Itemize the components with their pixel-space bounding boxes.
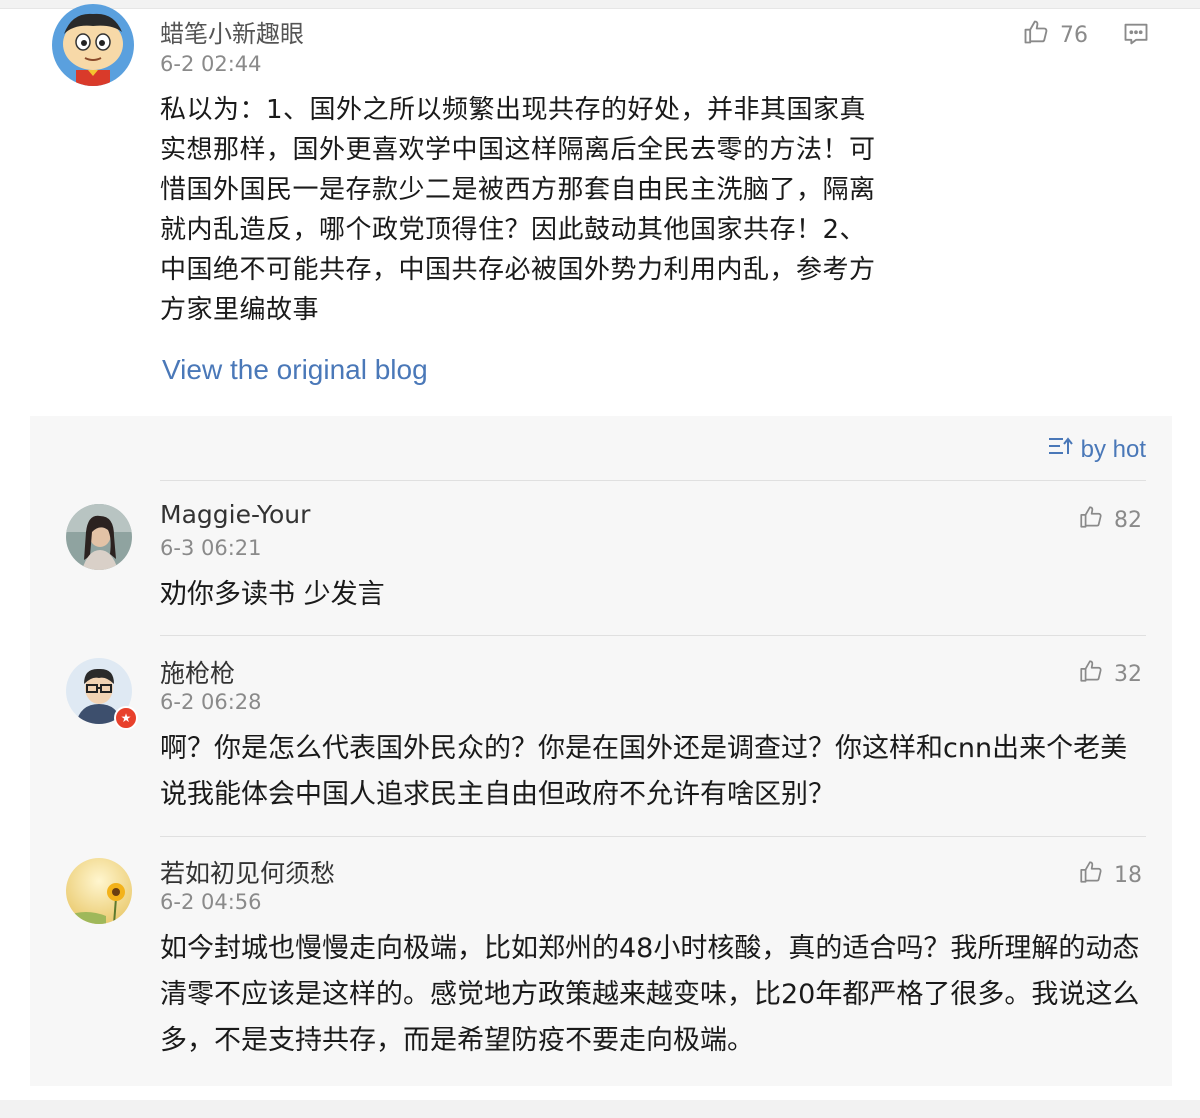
post-like-count: 76 bbox=[1060, 22, 1088, 48]
post-timestamp: 6-2 02:44 bbox=[160, 52, 262, 76]
comments-panel: by hot Maggie-Your 6-3 06:21 82 劝你多读书 少发… bbox=[30, 416, 1172, 1086]
comment-body: 劝你多读书 少发言 bbox=[160, 579, 385, 610]
comment-like-count: 18 bbox=[1114, 862, 1142, 888]
post-body: 私以为：1、国外之所以频繁出现共存的好处，并非其国家真实想那样，国外更喜欢学中国… bbox=[160, 95, 876, 325]
commenter-name[interactable]: 施枪枪 bbox=[160, 654, 235, 690]
thumbs-up-icon bbox=[1078, 859, 1104, 891]
divider bbox=[160, 836, 1146, 837]
sort-toggle[interactable]: by hot bbox=[1047, 434, 1146, 465]
sort-icon bbox=[1047, 434, 1073, 465]
comment-timestamp: 6-2 06:28 bbox=[160, 690, 262, 714]
comment-body: 啊？你是怎么代表国外民众的？你是在国外还是调查过？你这样和cnn出来个老美说我能… bbox=[160, 733, 1128, 810]
divider bbox=[160, 635, 1146, 636]
view-original-link[interactable]: View the original blog bbox=[162, 354, 428, 386]
top-separator bbox=[0, 0, 1200, 9]
reply-button[interactable] bbox=[1122, 20, 1150, 52]
comment-like-button[interactable]: 18 bbox=[1078, 859, 1142, 891]
thumbs-up-icon bbox=[1078, 504, 1104, 536]
comment-like-button[interactable]: 82 bbox=[1078, 504, 1142, 536]
verified-badge-icon: ★ bbox=[114, 706, 138, 730]
post-author-avatar[interactable] bbox=[52, 4, 134, 86]
thumbs-up-icon bbox=[1022, 18, 1050, 52]
comment-timestamp: 6-2 04:56 bbox=[160, 890, 262, 914]
comment-timestamp: 6-3 06:21 bbox=[160, 536, 262, 560]
comment-like-count: 32 bbox=[1114, 661, 1142, 687]
post-like-button[interactable]: 76 bbox=[1022, 18, 1088, 52]
comment-like-count: 82 bbox=[1114, 507, 1142, 533]
commenter-name[interactable]: Maggie-Your bbox=[160, 500, 310, 529]
post-author-name[interactable]: 蜡笔小新趣眼 bbox=[160, 14, 304, 49]
divider bbox=[160, 480, 1146, 481]
sort-label: by hot bbox=[1080, 435, 1146, 463]
thumbs-up-icon bbox=[1078, 658, 1104, 690]
comment-like-button[interactable]: 32 bbox=[1078, 658, 1142, 690]
comment-body: 如今封城也慢慢走向极端，比如郑州的48小时核酸，真的适合吗？我所理解的动态清零不… bbox=[160, 933, 1140, 1056]
commenter-name[interactable]: 若如初见何须愁 bbox=[160, 854, 335, 890]
commenter-avatar[interactable] bbox=[66, 504, 132, 570]
bottom-separator bbox=[0, 1100, 1200, 1118]
reply-icon bbox=[1122, 23, 1150, 52]
commenter-avatar[interactable] bbox=[66, 858, 132, 924]
